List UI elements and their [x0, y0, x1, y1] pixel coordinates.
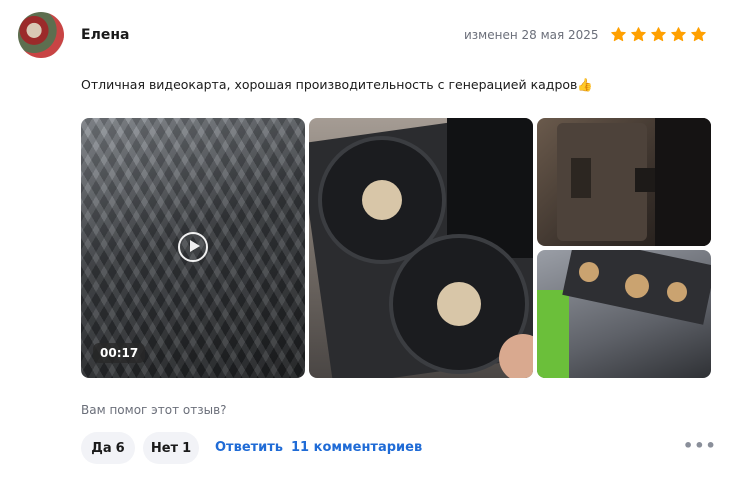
more-horizontal-icon[interactable]: ••• — [683, 436, 716, 460]
gpu-photo-illustration — [309, 118, 533, 378]
no-count: 1 — [182, 440, 192, 456]
star-icon — [631, 27, 646, 42]
gpu-box-illustration — [537, 250, 711, 378]
yes-count: 6 — [115, 440, 125, 456]
star-icon — [691, 27, 706, 42]
star-icon — [671, 27, 686, 42]
review-text: Отличная видеокарта, хорошая производите… — [81, 77, 593, 92]
author-name[interactable]: Елена — [81, 27, 129, 43]
helpful-question: Вам помог этот отзыв? — [81, 403, 227, 417]
avatar[interactable] — [18, 12, 64, 58]
review-photo-gpu-box[interactable] — [537, 250, 711, 378]
review-photo-gpu-io[interactable] — [537, 118, 711, 246]
review-video[interactable]: 00:17 — [81, 118, 305, 378]
reply-link[interactable]: Ответить — [215, 440, 283, 455]
play-icon[interactable] — [178, 232, 208, 262]
star-icon — [611, 27, 626, 42]
comments-link[interactable]: 11 комментариев — [291, 440, 422, 455]
edited-date: изменен 28 мая 2025 — [464, 28, 599, 42]
helpful-no-button[interactable]: Нет 1 — [143, 432, 199, 464]
helpful-yes-button[interactable]: Да 6 — [81, 432, 135, 464]
gpu-io-illustration — [557, 118, 711, 246]
review-photo-gpu-fans[interactable] — [309, 118, 533, 378]
yes-label: Да — [91, 440, 112, 456]
rating-stars — [610, 26, 707, 43]
star-icon — [651, 27, 666, 42]
video-duration: 00:17 — [93, 343, 146, 363]
no-label: Нет — [150, 440, 179, 456]
